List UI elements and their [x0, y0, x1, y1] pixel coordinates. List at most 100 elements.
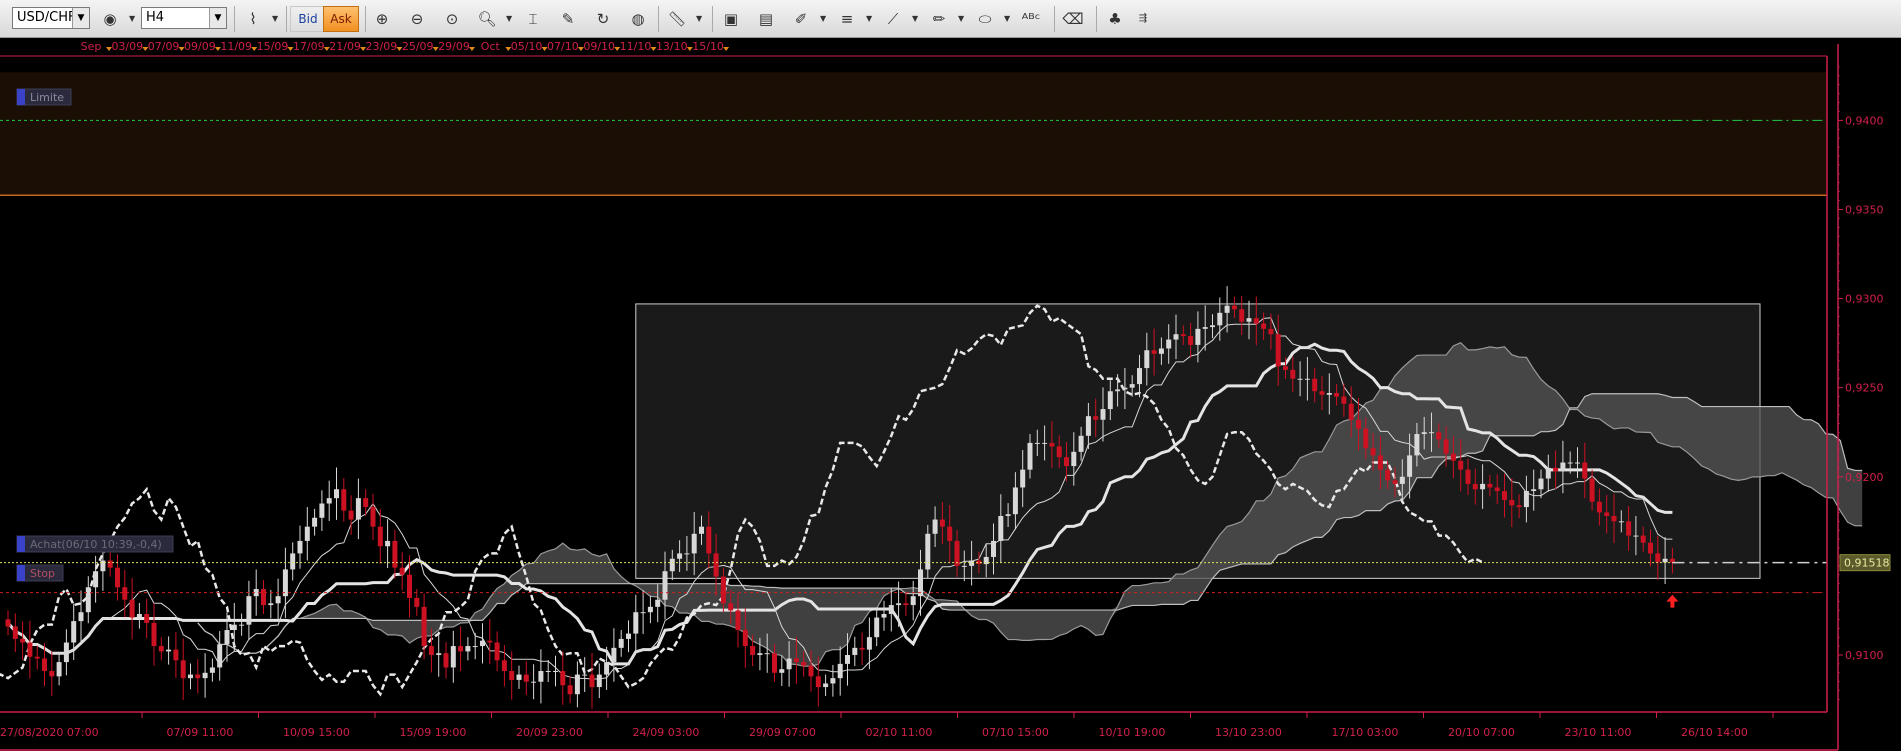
candle-body [961, 565, 967, 567]
candle-body [1480, 483, 1486, 490]
zoom-out-icon[interactable]: ⊖ [404, 6, 430, 32]
eye-icon[interactable]: ◉ [97, 6, 123, 32]
candle-body [195, 674, 201, 679]
candle-body [494, 642, 500, 661]
candle-body [1115, 389, 1121, 392]
candle-body [1093, 416, 1099, 420]
toolbar-overflow-icon[interactable]: ⇶ [1130, 6, 1156, 32]
price-chart[interactable]: Sep 03/09 07/09 09/09 11/09 15/09 17/09 21/09 23… [0, 38, 1901, 751]
candle-body [399, 567, 405, 575]
candle-body [1487, 483, 1493, 488]
candle-body [1326, 393, 1332, 395]
note-icon[interactable]: ✎ [555, 6, 581, 32]
chevron-down-icon[interactable]: ▼ [912, 14, 920, 23]
candle-body [1494, 487, 1500, 492]
candle-body [1516, 505, 1522, 508]
candle-body [1669, 558, 1675, 563]
candle-body [560, 671, 566, 686]
image-icon[interactable]: ▣ [718, 6, 744, 32]
candle-body [837, 663, 843, 679]
crosshair-icon[interactable]: ⌶ [520, 6, 546, 32]
chevron-down-icon[interactable]: ▼ [272, 14, 280, 23]
candle-body [845, 654, 850, 664]
fan-icon[interactable]: ⟋ [880, 6, 906, 32]
lines-icon[interactable]: ≡ [834, 6, 860, 32]
pencil-icon[interactable]: ✏ [926, 6, 952, 32]
candle-body [618, 638, 624, 648]
candle-body [991, 540, 996, 557]
candle-body [1465, 469, 1471, 484]
candle-body [742, 630, 748, 647]
candle-body [1596, 501, 1602, 513]
draw-tools-icon[interactable]: ✐ [788, 6, 814, 32]
candle-body [370, 507, 376, 527]
candle-body [1662, 558, 1668, 563]
candle-body [71, 621, 77, 643]
candle-body [1450, 453, 1456, 461]
zoom-reset-icon[interactable]: ⊙ [439, 6, 465, 32]
candle-body [1407, 455, 1413, 477]
candle-body [779, 669, 785, 673]
candle-body [1618, 521, 1624, 523]
magnifier-icon[interactable]: 🔍︎ [474, 6, 500, 32]
candle-body [699, 526, 704, 534]
time-tick-label: 20/09 23:00 [516, 726, 583, 739]
chevron-down-icon[interactable]: ▼ [958, 14, 966, 23]
ruler-icon[interactable]: 📏︎ [664, 6, 690, 32]
timeframe-select[interactable]: H4 ▼ [141, 7, 227, 29]
candle-body [20, 638, 26, 643]
chevron-down-icon[interactable]: ▼ [866, 14, 874, 23]
time-tick-label: 13/10 23:00 [1215, 726, 1282, 739]
candle-body [764, 653, 770, 655]
top-date-tick-label: 03/09 [111, 40, 143, 53]
candle-body [947, 526, 953, 541]
candle-body [1356, 419, 1361, 429]
indicators-icon[interactable]: ♣ [1102, 6, 1128, 32]
zoom-in-icon[interactable]: ⊕ [369, 6, 395, 32]
candle-body [786, 658, 792, 670]
text-icon[interactable]: ᴬᴮᶜ [1018, 6, 1044, 32]
layout-icon[interactable]: ▤ [753, 6, 779, 32]
candle-body [1312, 378, 1318, 392]
candle-body [407, 574, 412, 598]
candle-body [173, 649, 179, 661]
time-tick-label: 07/09 11:00 [167, 726, 234, 739]
chart-toolbar: USD/CHF ▼ ◉ ▼ H4 ▼ ⌇ ▼ Bid Ask ⊕ ⊖ ⊙ 🔍︎ … [0, 0, 1901, 38]
symbol-select[interactable]: USD/CHF ▼ [12, 7, 90, 29]
candle-body [1231, 305, 1237, 310]
candle-body [1414, 434, 1420, 456]
refresh-icon[interactable]: ↻ [590, 6, 616, 32]
candle-body [757, 653, 763, 655]
candle-body [1166, 339, 1172, 349]
price-tick-label: 0,9100 [1845, 649, 1884, 662]
candle-body [998, 515, 1004, 541]
candle-body [874, 617, 880, 638]
chevron-down-icon[interactable]: ▼ [1004, 14, 1012, 23]
chevron-down-icon[interactable]: ▼ [129, 14, 137, 23]
candle-body [355, 498, 361, 520]
bid-button[interactable]: Bid [290, 6, 326, 32]
candle-body [903, 603, 909, 606]
chevron-down-icon[interactable]: ▼ [820, 14, 828, 23]
candle-body [5, 619, 11, 627]
top-date-tick-label: Sep [81, 40, 102, 53]
limit-zone [0, 72, 1827, 196]
chevron-down-icon[interactable]: ▼ [696, 14, 704, 23]
shapes-icon[interactable]: ⬭ [972, 6, 998, 32]
candle-body [42, 658, 47, 672]
chevron-down-icon[interactable]: ▼ [506, 14, 514, 23]
candle-body [1290, 369, 1296, 379]
ask-button[interactable]: Ask [323, 6, 359, 32]
candle-body [1633, 535, 1639, 537]
globe-icon[interactable]: ◍ [625, 6, 651, 32]
candle-body [27, 642, 33, 657]
chart-type-icon[interactable]: ⌇ [240, 6, 266, 32]
candle-body [1509, 499, 1515, 506]
candle-body [801, 662, 807, 666]
candle-body [1283, 366, 1288, 370]
time-tick-label: 27/08/2020 07:00 [0, 726, 99, 739]
candle-body [582, 674, 588, 676]
eraser-icon[interactable]: ⌫ [1060, 6, 1086, 32]
top-date-tick-label: Oct [481, 40, 501, 53]
price-tick-label: 0,9200 [1845, 471, 1884, 484]
